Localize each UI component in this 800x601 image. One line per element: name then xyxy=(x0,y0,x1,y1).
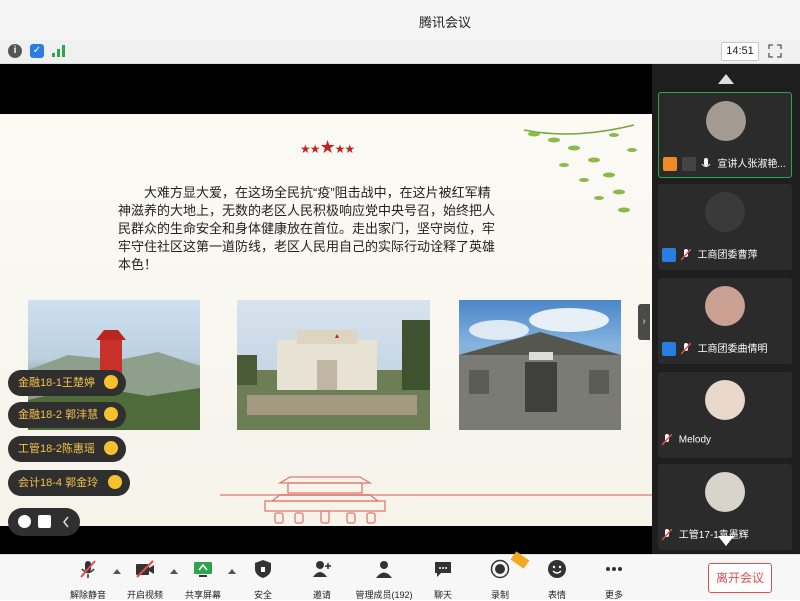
share-screen-button[interactable]: 共享屏幕 xyxy=(173,559,233,600)
mic-icon xyxy=(701,158,711,170)
participant-name: 工商团委曲倩明 xyxy=(697,344,768,355)
mic-muted-icon xyxy=(80,560,96,578)
chevron-left-icon[interactable] xyxy=(62,516,70,528)
memorial-hall-photo xyxy=(459,300,621,430)
start-video-label: 开启视频 xyxy=(126,590,163,600)
mic-muted-icon xyxy=(661,433,673,446)
smiley-icon xyxy=(548,560,566,578)
unmute-label: 解除静音 xyxy=(69,590,106,600)
meeting-toolbar: 解除静音 开启视频 共享屏幕 安全 邀请 管理成员(192) 聊天 录制 表情 … xyxy=(0,551,800,600)
reaction-toolbar xyxy=(8,508,80,536)
tiananmen-outline xyxy=(264,476,386,524)
scroll-down-icon[interactable] xyxy=(718,536,734,546)
avatar xyxy=(705,380,745,420)
memorial-gate-photo xyxy=(237,300,430,430)
invite-label: 邀请 xyxy=(312,590,331,600)
add-user-icon xyxy=(313,561,331,577)
participant-tile[interactable]: Melody xyxy=(658,372,792,458)
camera-off-icon xyxy=(136,560,154,578)
participant-tile[interactable]: 工商团委曲倩明 xyxy=(658,278,792,364)
more-label: 更多 xyxy=(604,590,623,600)
mic-muted-icon xyxy=(680,342,692,355)
emoji-icon[interactable] xyxy=(18,515,31,528)
scroll-up-icon[interactable] xyxy=(718,74,734,84)
chat-icon xyxy=(435,562,451,577)
record-label: 录制 xyxy=(490,590,509,600)
manage-members-button[interactable]: 管理成员(192) xyxy=(352,559,416,600)
participant-tile[interactable]: 工商团委曹萍 xyxy=(658,184,792,270)
security-button[interactable]: 安全 xyxy=(233,559,293,600)
participant-tile[interactable]: 宣讲人张淑艳... xyxy=(658,92,792,178)
reaction-pill: 会计18-4 郭金玲 xyxy=(8,470,130,496)
more-button[interactable]: 更多 xyxy=(584,559,644,600)
mic-muted-icon xyxy=(661,528,673,541)
user-icon xyxy=(662,248,676,263)
willow-leaves-decoration xyxy=(523,124,637,213)
reaction-pill: 工管18-2陈惠瑶 xyxy=(8,436,126,462)
presentation-slide: ★★★★★ 大难方显大爱，在这场全民抗“疫”阻击战中，在这片被红军精神滋养的大地… xyxy=(0,114,652,526)
mic-muted-icon xyxy=(680,248,692,261)
meeting-info-bar: i ✓ 14:51 xyxy=(0,40,800,64)
chat-label: 聊天 xyxy=(433,590,452,600)
clap-icon xyxy=(104,375,118,389)
stars-decoration: ★★★★★ xyxy=(300,137,355,157)
unmute-button[interactable]: 解除静音 xyxy=(58,559,118,600)
reaction-user-name: 金融18-1王楚婷 xyxy=(18,377,96,389)
reaction-pill: 金融18-2 郭沣慧 xyxy=(8,402,126,428)
participant-name: 宣讲人张淑艳... xyxy=(717,159,786,170)
participant-name: Melody xyxy=(678,434,712,446)
reaction-user-name: 工管18-2陈惠瑶 xyxy=(18,443,96,455)
slide-paragraph: 大难方显大爱，在这场全民抗“疫”阻击战中，在这片被红军精神滋养的大地上，无数的老… xyxy=(118,185,496,272)
meeting-timer: 14:51 xyxy=(721,42,759,61)
user-icon xyxy=(662,342,676,357)
signal-icon[interactable] xyxy=(52,45,66,57)
clap-icon xyxy=(104,441,118,455)
participant-name: 工管17-1袁墨辉 xyxy=(678,530,749,541)
clap-icon xyxy=(108,475,122,489)
emoji-label: 表情 xyxy=(547,590,566,600)
shared-screen: ★★★★★ 大难方显大爱，在这场全民抗“疫”阻击战中，在这片被红军精神滋养的大地… xyxy=(0,64,652,554)
collapse-gallery-button[interactable]: › xyxy=(638,304,650,340)
invite-button[interactable]: 邀请 xyxy=(292,559,352,600)
chat-bubble-icon[interactable] xyxy=(38,515,51,528)
security-label: 安全 xyxy=(253,590,272,600)
avatar xyxy=(705,286,745,326)
share-screen-label: 共享屏幕 xyxy=(184,590,221,600)
info-icon[interactable]: i xyxy=(8,44,22,58)
screen-share-icon xyxy=(681,157,696,172)
clap-icon xyxy=(104,407,118,421)
start-video-button[interactable]: 开启视频 xyxy=(115,559,175,600)
more-dots-icon xyxy=(606,567,622,571)
participant-name: 工商团委曹萍 xyxy=(697,250,758,261)
members-icon xyxy=(376,561,392,578)
share-screen-icon xyxy=(194,562,212,577)
emoji-button[interactable]: 表情 xyxy=(527,559,587,600)
shield-icon xyxy=(255,560,271,578)
avatar xyxy=(705,192,745,232)
manage-members-label: 管理成员(192) xyxy=(355,590,413,600)
avatar xyxy=(705,472,745,512)
fullscreen-icon[interactable] xyxy=(768,44,782,58)
reaction-pill: 金融18-1王楚婷 xyxy=(8,370,126,396)
reaction-user-name: 金融18-2 郭沣慧 xyxy=(18,409,99,421)
chat-button[interactable]: 聊天 xyxy=(413,559,473,600)
window-titlebar: 腾讯会议 xyxy=(0,0,800,40)
leave-meeting-button[interactable]: 离开会议 xyxy=(708,563,772,593)
record-icon xyxy=(490,559,510,579)
window-title: 腾讯会议 xyxy=(418,15,471,30)
participant-gallery: › 宣讲人张淑艳... 工商团委曹萍 工商团委曲倩明 Melody 工管17-1… xyxy=(638,64,800,554)
avatar xyxy=(706,101,746,141)
host-icon xyxy=(663,157,677,172)
reaction-user-name: 会计18-4 郭金玲 xyxy=(18,477,99,489)
shield-icon[interactable]: ✓ xyxy=(30,44,44,58)
